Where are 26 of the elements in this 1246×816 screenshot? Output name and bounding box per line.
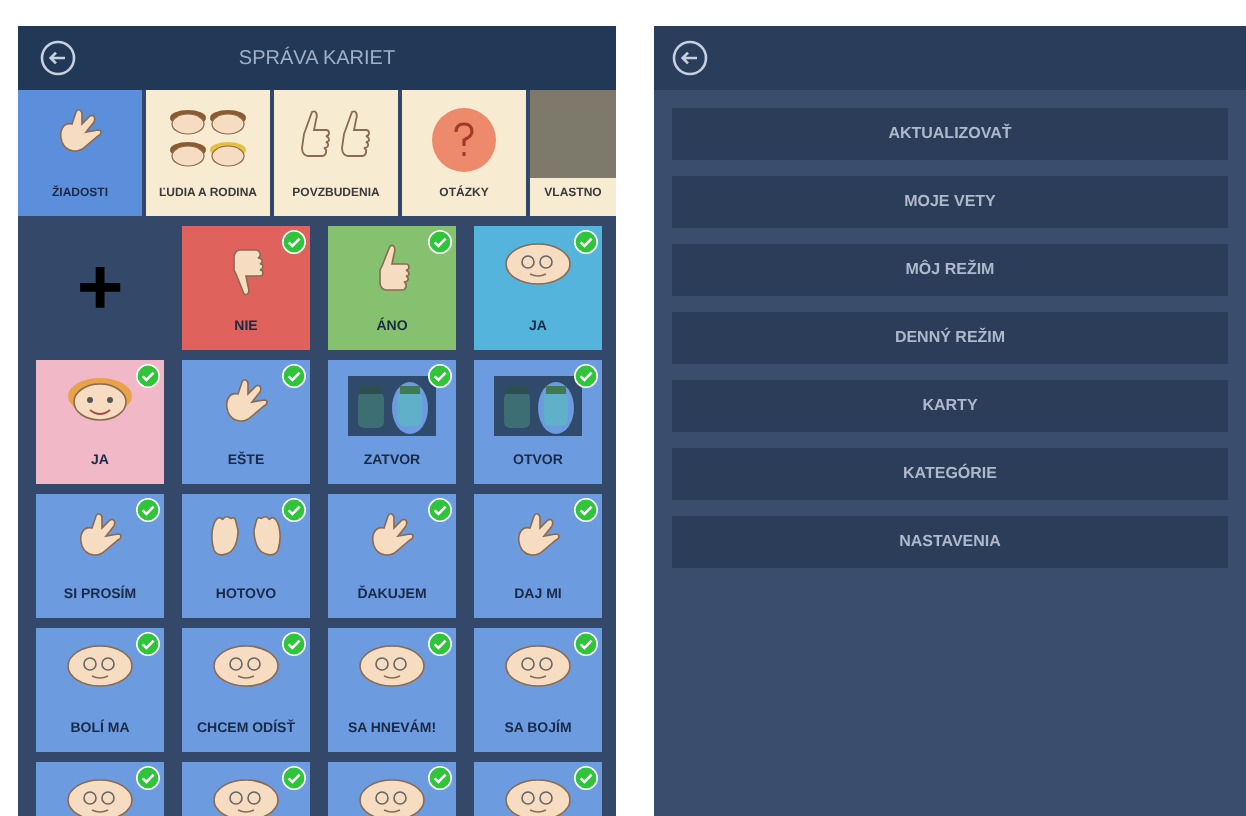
question-bubble-icon (430, 106, 498, 174)
face-icon (66, 778, 134, 816)
menu-button[interactable]: KARTY (672, 380, 1228, 432)
jars-icon (494, 376, 582, 436)
hands-icon (206, 510, 286, 558)
face-icon (66, 644, 134, 688)
screen-title: SPRÁVA KARIET (238, 44, 396, 73)
menu-button[interactable]: KATEGÓRIE (672, 448, 1228, 500)
face-icon (504, 242, 572, 286)
menu-button[interactable]: NASTAVENIA (672, 516, 1228, 568)
face-icon (212, 778, 280, 816)
back-icon[interactable] (672, 40, 708, 76)
menu-button[interactable]: MÔJ REŽIM (672, 244, 1228, 296)
faces-icon (168, 106, 248, 170)
menu-button[interactable]: DENNÝ REŽIM (672, 312, 1228, 364)
girl-face-icon (66, 376, 134, 424)
menu-button[interactable]: AKTUALIZOVAŤ (672, 108, 1228, 160)
menu-button[interactable]: MOJE VETY (672, 176, 1228, 228)
photo-placeholder (530, 90, 616, 178)
face-icon (358, 778, 426, 816)
jars-icon (348, 376, 436, 436)
back-icon[interactable] (40, 40, 76, 76)
face-icon (358, 644, 426, 688)
face-icon (504, 644, 572, 688)
face-icon (212, 644, 280, 688)
face-icon (504, 778, 572, 816)
